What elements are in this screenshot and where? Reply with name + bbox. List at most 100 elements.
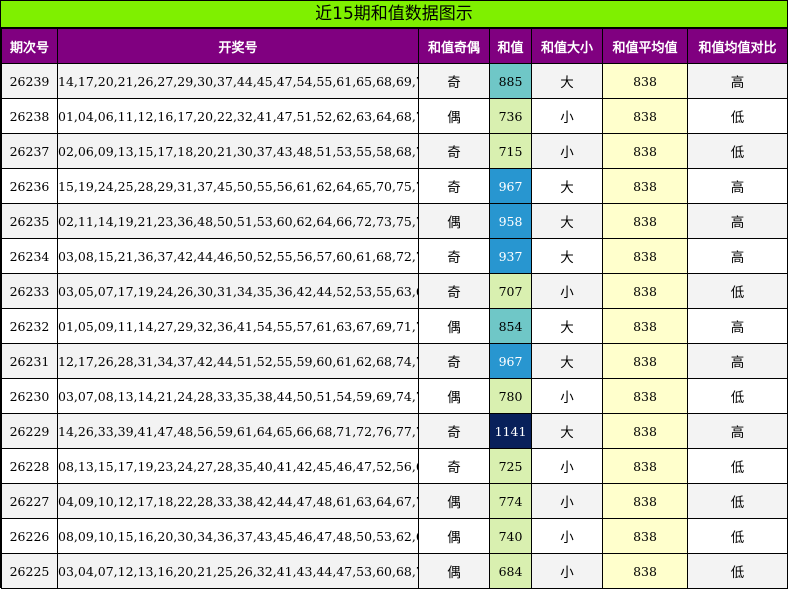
parity-cell: 奇	[418, 273, 490, 309]
parity-cell: 偶	[418, 203, 490, 239]
size-cell: 小	[531, 133, 603, 169]
parity-cell: 偶	[418, 308, 490, 344]
parity-cell: 偶	[418, 98, 490, 134]
numbers-cell: 15,19,24,25,28,29,31,37,45,50,55,56,61,6…	[57, 168, 419, 204]
period-cell: 26227	[1, 483, 58, 519]
size-cell: 小	[531, 378, 603, 414]
header-compare: 和值均值对比	[687, 28, 788, 64]
size-cell: 小	[531, 518, 603, 554]
average-cell: 838	[602, 378, 688, 414]
size-cell: 小	[531, 448, 603, 484]
sum-cell: 967	[489, 168, 532, 204]
parity-cell: 奇	[418, 63, 490, 99]
header-parity: 和值奇偶	[418, 28, 490, 64]
parity-cell: 奇	[418, 413, 490, 449]
table-row: 26234 03,08,15,21,36,37,42,44,46,50,52,55…	[1, 238, 788, 274]
compare-cell: 高	[687, 168, 788, 204]
sum-cell: 715	[489, 133, 532, 169]
average-cell: 838	[602, 168, 688, 204]
average-cell: 838	[602, 413, 688, 449]
size-cell: 大	[531, 203, 603, 239]
header-period: 期次号	[1, 28, 58, 64]
average-cell: 838	[602, 98, 688, 134]
table-row: 26225 03,04,07,12,13,16,20,21,25,26,32,41…	[1, 553, 788, 589]
table-row: 26233 03,05,07,17,19,24,26,30,31,34,35,36…	[1, 273, 788, 309]
period-cell: 26233	[1, 273, 58, 309]
sum-data-table: 期次号 开奖号 和值奇偶 和值 和值大小 和值平均值 和值均值对比 26239 1…	[1, 28, 788, 589]
header-average: 和值平均值	[602, 28, 688, 64]
header-sum: 和值	[489, 28, 532, 64]
compare-cell: 低	[687, 378, 788, 414]
size-cell: 大	[531, 63, 603, 99]
sum-cell: 854	[489, 308, 532, 344]
size-cell: 小	[531, 98, 603, 134]
size-cell: 大	[531, 343, 603, 379]
compare-cell: 高	[687, 413, 788, 449]
table-row: 26226 08,09,10,15,16,20,30,34,36,37,43,45…	[1, 518, 788, 554]
size-cell: 大	[531, 308, 603, 344]
size-cell: 小	[531, 553, 603, 589]
header-size: 和值大小	[531, 28, 603, 64]
sum-cell: 937	[489, 238, 532, 274]
period-cell: 26234	[1, 238, 58, 274]
sum-chart-panel: 近15期和值数据图示 期次号 开奖号 和值奇偶 和值 和值大小 和值平均值 和值…	[0, 0, 788, 589]
numbers-cell: 01,04,06,11,12,16,17,20,22,32,41,47,51,5…	[57, 98, 419, 134]
compare-cell: 低	[687, 448, 788, 484]
average-cell: 838	[602, 238, 688, 274]
average-cell: 838	[602, 553, 688, 589]
period-cell: 26237	[1, 133, 58, 169]
header-numbers: 开奖号	[57, 28, 419, 64]
sum-cell: 958	[489, 203, 532, 239]
compare-cell: 高	[687, 63, 788, 99]
panel-title: 近15期和值数据图示	[1, 1, 787, 28]
parity-cell: 偶	[418, 378, 490, 414]
sum-cell: 780	[489, 378, 532, 414]
sum-cell: 967	[489, 343, 532, 379]
numbers-cell: 14,26,33,39,41,47,48,56,59,61,64,65,66,6…	[57, 413, 419, 449]
period-cell: 26236	[1, 168, 58, 204]
parity-cell: 奇	[418, 238, 490, 274]
numbers-cell: 03,04,07,12,13,16,20,21,25,26,32,41,43,4…	[57, 553, 419, 589]
table-row: 26229 14,26,33,39,41,47,48,56,59,61,64,65…	[1, 413, 788, 449]
sum-cell: 885	[489, 63, 532, 99]
table-row: 26236 15,19,24,25,28,29,31,37,45,50,55,56…	[1, 168, 788, 204]
period-cell: 26231	[1, 343, 58, 379]
compare-cell: 低	[687, 518, 788, 554]
table-row: 26235 02,11,14,19,21,23,36,48,50,51,53,60…	[1, 203, 788, 239]
compare-cell: 低	[687, 553, 788, 589]
table-row: 26232 01,05,09,11,14,27,29,32,36,41,54,55…	[1, 308, 788, 344]
period-cell: 26229	[1, 413, 58, 449]
table-row: 26239 14,17,20,21,26,27,29,30,37,44,45,47…	[1, 63, 788, 99]
size-cell: 大	[531, 238, 603, 274]
parity-cell: 偶	[418, 553, 490, 589]
period-cell: 26235	[1, 203, 58, 239]
average-cell: 838	[602, 63, 688, 99]
sum-cell: 1141	[489, 413, 532, 449]
table-row: 26228 08,13,15,17,19,23,24,27,28,35,40,41…	[1, 448, 788, 484]
period-cell: 26239	[1, 63, 58, 99]
numbers-cell: 04,09,10,12,17,18,22,28,33,38,42,44,47,4…	[57, 483, 419, 519]
sum-cell: 736	[489, 98, 532, 134]
compare-cell: 高	[687, 308, 788, 344]
numbers-cell: 08,09,10,15,16,20,30,34,36,37,43,45,46,4…	[57, 518, 419, 554]
numbers-cell: 14,17,20,21,26,27,29,30,37,44,45,47,54,5…	[57, 63, 419, 99]
average-cell: 838	[602, 133, 688, 169]
numbers-cell: 01,05,09,11,14,27,29,32,36,41,54,55,57,6…	[57, 308, 419, 344]
table-body: 26239 14,17,20,21,26,27,29,30,37,44,45,47…	[1, 63, 788, 589]
period-cell: 26232	[1, 308, 58, 344]
period-cell: 26226	[1, 518, 58, 554]
sum-cell: 707	[489, 273, 532, 309]
table-row: 26227 04,09,10,12,17,18,22,28,33,38,42,44…	[1, 483, 788, 519]
average-cell: 838	[602, 518, 688, 554]
parity-cell: 奇	[418, 168, 490, 204]
average-cell: 838	[602, 483, 688, 519]
numbers-cell: 03,08,15,21,36,37,42,44,46,50,52,55,56,5…	[57, 238, 419, 274]
table-row: 26230 03,07,08,13,14,21,24,28,33,35,38,44…	[1, 378, 788, 414]
size-cell: 小	[531, 483, 603, 519]
compare-cell: 低	[687, 273, 788, 309]
parity-cell: 奇	[418, 133, 490, 169]
compare-cell: 低	[687, 133, 788, 169]
table-row: 26237 02,06,09,13,15,17,18,20,21,30,37,43…	[1, 133, 788, 169]
table-row: 26231 12,17,26,28,31,34,37,42,44,51,52,55…	[1, 343, 788, 379]
average-cell: 838	[602, 448, 688, 484]
